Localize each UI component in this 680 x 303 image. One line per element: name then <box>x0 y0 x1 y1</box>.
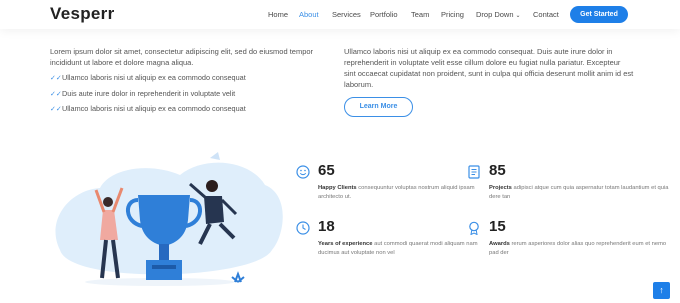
arrow-up-icon: ↑ <box>659 285 664 295</box>
about-lead-text: Lorem ipsum dolor sit amet, consectetur … <box>50 47 314 67</box>
double-check-icon: ✓✓ <box>50 75 62 82</box>
nav-team[interactable]: Team <box>411 10 429 19</box>
leaf-shape <box>210 152 220 160</box>
trophy-stem <box>159 244 169 260</box>
nav-home[interactable]: Home <box>268 10 288 19</box>
stat-number: 15 <box>489 218 506 235</box>
trophy-celebration-illustration <box>55 152 283 286</box>
nav-dropdown[interactable]: Drop Down ⌄ <box>476 10 521 19</box>
award-icon <box>469 221 479 235</box>
nav-pricing[interactable]: Pricing <box>441 10 464 19</box>
check-item: ✓✓Ullamco laboris nisi ut aliquip ex ea … <box>50 104 246 113</box>
stat-description: Awards rerum asperiores dolor alias quo … <box>489 240 669 258</box>
trophy-plaque <box>152 265 176 269</box>
stat-description: Projects adipisci atque cum quia asperna… <box>489 184 669 202</box>
person-right-head <box>206 180 218 192</box>
smiley-icon <box>296 165 310 179</box>
stat-text: rerum asperiores dolor alias quo reprehe… <box>489 241 667 256</box>
double-check-icon: ✓✓ <box>50 106 62 113</box>
stat-label: Happy Clients <box>318 185 357 191</box>
nav-services[interactable]: Services <box>332 10 361 19</box>
person-right-body <box>204 196 224 224</box>
learn-more-button[interactable]: Learn More <box>344 97 413 117</box>
stat-label: Projects <box>489 185 512 191</box>
stat-text: adipisci atque cum quia aspernatur totam… <box>489 185 669 200</box>
nav-portfolio[interactable]: Portfolio <box>370 10 398 19</box>
stat-description: Happy Clients consequuntur voluptas nost… <box>318 184 498 202</box>
get-started-button[interactable]: Get Started <box>570 6 628 23</box>
person-left-head <box>103 197 113 207</box>
stat-description: Years of experience aut commodi quaerat … <box>318 240 498 258</box>
stat-label: Years of experience <box>318 241 373 247</box>
double-check-icon: ✓✓ <box>50 91 62 98</box>
check-item: ✓✓Ullamco laboris nisi ut aliquip ex ea … <box>50 73 246 82</box>
stat-number: 85 <box>489 162 506 179</box>
stat-number: 18 <box>318 218 335 235</box>
document-list-icon <box>468 165 480 179</box>
nav-about[interactable]: About <box>299 10 319 19</box>
clock-icon <box>296 221 310 235</box>
site-logo[interactable]: Vesperr <box>50 4 114 24</box>
nav-contact[interactable]: Contact <box>533 10 559 19</box>
chevron-down-icon: ⌄ <box>515 13 521 19</box>
stat-number: 65 <box>318 162 335 179</box>
about-paragraph: Ullamco laboris nisi ut aliquip ex ea co… <box>344 47 634 89</box>
trophy-base <box>146 260 182 280</box>
site-header: Vesperr Home About Services Portfolio Te… <box>0 0 680 29</box>
back-to-top-button[interactable]: ↑ <box>653 282 670 299</box>
check-item: ✓✓Duis aute irure dolor in reprehenderit… <box>50 89 236 98</box>
plant-shape <box>231 271 245 283</box>
nav-dropdown-label: Drop Down <box>476 10 514 19</box>
stat-label: Awards <box>489 241 510 247</box>
